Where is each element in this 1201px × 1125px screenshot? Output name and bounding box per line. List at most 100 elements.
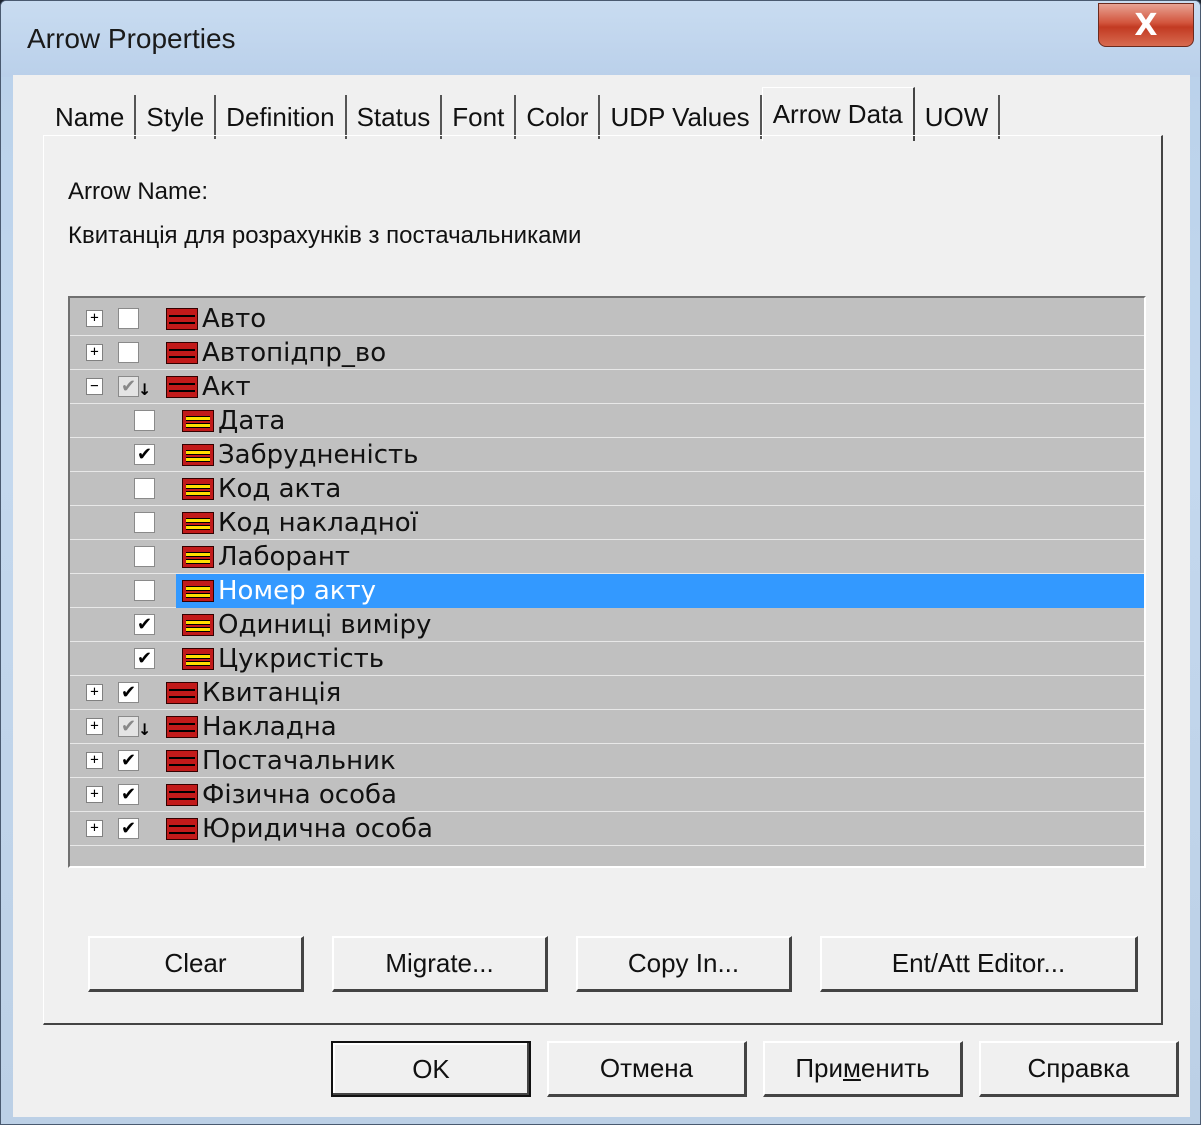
tab-status[interactable]: Status (346, 95, 443, 139)
help-button[interactable]: Справка (979, 1041, 1179, 1097)
attribute-icon (182, 478, 214, 500)
attribute-icon (182, 410, 214, 432)
tree-row-label: Юридична особа (202, 814, 433, 844)
tab-font[interactable]: Font (442, 95, 517, 139)
tree-row-label: Код накладної (218, 508, 418, 538)
tree-attribute-row[interactable]: ✔ Цукристість (70, 642, 1144, 676)
tree-entity-row[interactable]: + ✔ ↓ Накладна (70, 710, 1144, 744)
tree-attribute-row[interactable]: Дата (70, 404, 1144, 438)
attribute-icon (182, 580, 214, 602)
entity-icon (166, 682, 198, 704)
arrow-data-panel: Arrow Name: Квитанція для розрахунків з … (43, 135, 1163, 1025)
row-checkbox[interactable]: ✔ (134, 444, 155, 465)
tab-style[interactable]: Style (136, 95, 217, 139)
row-checkbox[interactable]: ✔ (118, 784, 139, 805)
tree-attribute-row[interactable]: Номер акту (70, 574, 1144, 608)
expand-icon[interactable]: + (86, 752, 103, 769)
expand-icon[interactable]: + (86, 344, 103, 361)
tree-entity-row[interactable]: + Авто (70, 302, 1144, 336)
row-checkbox[interactable] (134, 512, 155, 533)
tree-row-label: Акт (202, 372, 251, 402)
window-title: Arrow Properties (27, 23, 236, 54)
tree-attribute-row[interactable]: Код акта (70, 472, 1144, 506)
tree-row-label: Одиниці виміру (218, 610, 432, 640)
entity-icon (166, 342, 198, 364)
tree-attribute-row[interactable]: ✔ Одиниці виміру (70, 608, 1144, 642)
apply-label-pre: При (795, 1053, 843, 1083)
cancel-button[interactable]: Отмена (547, 1041, 747, 1097)
entity-icon (166, 308, 198, 330)
row-checkbox[interactable]: ✔ (118, 716, 139, 737)
tree-row-label: Цукристість (218, 644, 385, 674)
tree-entity-row[interactable]: + ✔ Юридична особа (70, 812, 1144, 846)
row-checkbox[interactable] (134, 580, 155, 601)
copy-in-button[interactable]: Copy In... (576, 936, 792, 992)
apply-button[interactable]: При м енить (763, 1041, 963, 1097)
ent-att-editor-button[interactable]: Ent/Att Editor... (820, 936, 1138, 992)
expand-icon[interactable]: + (86, 786, 103, 803)
tab-name[interactable]: Name (45, 95, 137, 139)
attribute-icon (182, 648, 214, 670)
tree-row-label: Авто (202, 304, 267, 334)
apply-label-mnemonic: м (843, 1053, 861, 1083)
tab-strip: Name Style Definition Status Font Color UDP Va… (45, 87, 1001, 141)
tree-row-label: Фізична особа (202, 780, 397, 810)
tree-row-label: Накладна (202, 712, 337, 742)
dialog-body: Name Style Definition Status Font Color UDP Va… (13, 75, 1190, 1117)
tab-color[interactable]: Color (516, 95, 601, 139)
entity-attribute-tree[interactable]: + Авто + Автопідпр_во − ✔ ↓ Акт Дата ✔ Забрудненіс… (68, 296, 1146, 868)
tab-udp-values[interactable]: UDP Values (600, 95, 762, 139)
arrow-properties-window: Arrow Properties X Name Style Definition St… (0, 0, 1201, 1125)
tree-attribute-row[interactable]: Лаборант (70, 540, 1144, 574)
migrate-arrow-icon: ↓ (138, 380, 152, 399)
entity-icon (166, 716, 198, 738)
tree-row-label: Автопідпр_во (202, 338, 387, 368)
title-bar[interactable]: Arrow Properties X (1, 1, 1200, 77)
row-checkbox[interactable]: ✔ (118, 750, 139, 771)
expand-icon[interactable]: + (86, 684, 103, 701)
row-checkbox[interactable]: ✔ (134, 614, 155, 635)
ok-button[interactable]: OK (331, 1041, 531, 1097)
row-checkbox[interactable] (134, 478, 155, 499)
row-checkbox[interactable]: ✔ (134, 648, 155, 669)
tree-row-label: Дата (218, 406, 286, 436)
tree-entity-row[interactable]: + Автопідпр_во (70, 336, 1144, 370)
arrow-name-label: Arrow Name: (68, 178, 209, 205)
tab-uow[interactable]: UOW (914, 95, 1001, 139)
entity-icon (166, 784, 198, 806)
tree-attribute-row[interactable]: Код накладної (70, 506, 1144, 540)
tree-row-label: Забрудненість (218, 440, 419, 470)
attribute-icon (182, 614, 214, 636)
expand-icon[interactable]: + (86, 310, 103, 327)
row-checkbox[interactable] (134, 546, 155, 567)
row-checkbox[interactable] (118, 342, 139, 363)
expand-icon[interactable]: + (86, 718, 103, 735)
attribute-icon (182, 546, 214, 568)
clear-button[interactable]: Clear (88, 936, 304, 992)
tree-row-label: Код акта (218, 474, 342, 504)
close-icon: X (1134, 7, 1158, 43)
close-button[interactable]: X (1098, 3, 1194, 47)
tree-entity-row[interactable]: + ✔ Фізична особа (70, 778, 1144, 812)
row-checkbox[interactable]: ✔ (118, 818, 139, 839)
collapse-icon[interactable]: − (86, 378, 103, 395)
entity-icon (166, 376, 198, 398)
row-checkbox[interactable] (118, 308, 139, 329)
tree-entity-row[interactable]: + ✔ Квитанція (70, 676, 1144, 710)
tree-attribute-row[interactable]: ✔ Забрудненість (70, 438, 1144, 472)
tree-row-label: Квитанція (202, 678, 342, 708)
tab-definition[interactable]: Definition (216, 95, 347, 139)
entity-icon (166, 818, 198, 840)
tab-arrow-data[interactable]: Arrow Data (761, 87, 915, 141)
expand-icon[interactable]: + (86, 820, 103, 837)
tree-entity-row[interactable]: − ✔ ↓ Акт (70, 370, 1144, 404)
tree-entity-row[interactable]: + ✔ Постачальник (70, 744, 1144, 778)
apply-label-post: енить (860, 1053, 930, 1083)
migrate-button[interactable]: Migrate... (332, 936, 548, 992)
row-checkbox[interactable] (134, 410, 155, 431)
row-checkbox[interactable]: ✔ (118, 376, 139, 397)
row-checkbox[interactable]: ✔ (118, 682, 139, 703)
entity-icon (166, 750, 198, 772)
tree-row-label: Номер акту (218, 576, 377, 606)
tree-row-label: Постачальник (202, 746, 396, 776)
